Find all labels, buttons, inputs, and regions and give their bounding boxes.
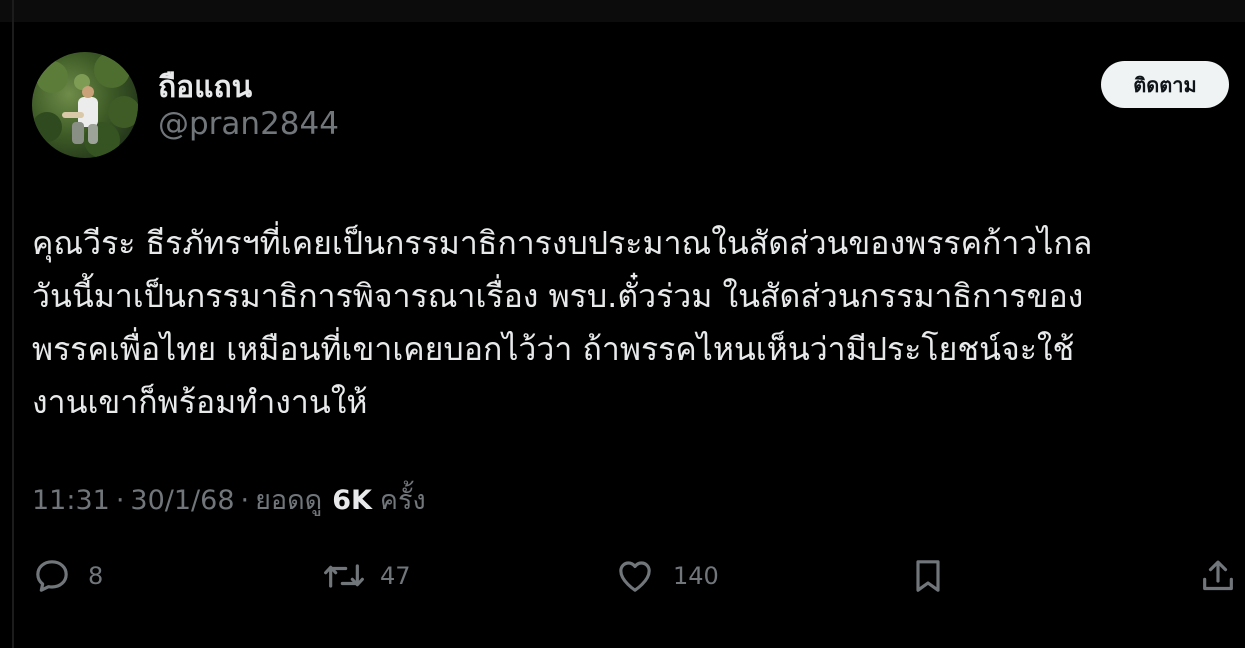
meta-separator: ·	[240, 485, 250, 516]
like-button[interactable]: 140	[615, 555, 719, 597]
next-content-peek	[0, 636, 1245, 648]
share-icon	[1203, 560, 1233, 591]
tweet-text: คุณวีระ ธีรภัทรฯที่เคยเป็นกรรมาธิการงบปร…	[32, 217, 1232, 429]
share-button[interactable]	[1198, 555, 1238, 597]
reply-icon	[36, 560, 68, 592]
reply-button[interactable]: 8	[32, 555, 103, 597]
like-count: 140	[673, 562, 719, 590]
avatar[interactable]	[32, 52, 138, 158]
tweet-time[interactable]: 11:31	[32, 485, 110, 516]
tweet-post: ถือแถน @pran2844 ติดตาม คุณวีระ ธีรภัทรฯ…	[0, 0, 1245, 648]
reply-count: 8	[88, 562, 104, 590]
meta-separator: ·	[115, 485, 125, 516]
bookmark-button[interactable]	[908, 555, 948, 597]
profile-photo-icon	[32, 52, 138, 158]
bookmark-icon	[916, 560, 940, 592]
views-label: ยอดดู	[255, 485, 323, 516]
tweet-metadata: 11:31 · 30/1/68 · ยอดดู 6K ครั้ง	[32, 478, 426, 521]
tweet-text-line: งานเขาก็พร้อมทำงานให้	[32, 383, 368, 421]
repost-button[interactable]: 47	[322, 555, 411, 597]
views-count: 6K	[332, 485, 372, 516]
author-handle[interactable]: @pran2844	[158, 106, 339, 142]
follow-button[interactable]: ติดตาม	[1101, 61, 1229, 108]
views-suffix: ครั้ง	[379, 485, 426, 516]
repost-icon	[324, 564, 364, 588]
author-display-name[interactable]: ถือแถน	[158, 64, 252, 111]
tweet-text-line: พรรคเพื่อไทย เหมือนที่เขาเคยบอกไว้ว่า ถ้…	[32, 330, 1075, 368]
tweet-date[interactable]: 30/1/68	[130, 485, 234, 516]
tweet-text-line: คุณวีระ ธีรภัทรฯที่เคยเป็นกรรมาธิการงบปร…	[32, 224, 1093, 262]
repost-count: 47	[380, 562, 411, 590]
tweet-text-line: วันนี้มาเป็นกรรมาธิการพิจารณาเรื่อง พรบ.…	[32, 277, 1084, 315]
heart-icon	[619, 561, 651, 592]
